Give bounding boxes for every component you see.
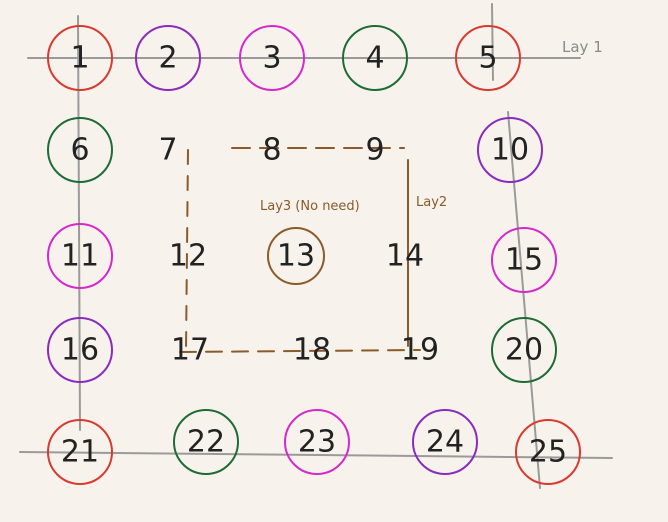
node-6: 6: [47, 117, 113, 183]
node-label-15: 15: [505, 243, 543, 278]
node-label-13: 13: [277, 239, 315, 274]
node-label-17: 17: [171, 333, 209, 368]
node-label-7: 7: [158, 133, 177, 168]
node-13: 13: [267, 227, 325, 285]
node-7: 7: [158, 133, 177, 168]
node-23: 23: [284, 409, 350, 475]
layer2-label: Lay2: [416, 195, 447, 210]
node-label-21: 21: [61, 435, 99, 470]
node-20: 20: [491, 317, 557, 383]
node-12: 12: [169, 239, 207, 274]
layer3-label: Lay3 (No need): [260, 199, 360, 214]
node-label-12: 12: [169, 239, 207, 274]
node-label-23: 23: [298, 425, 336, 460]
node-label-18: 18: [293, 333, 331, 368]
node-label-11: 11: [61, 239, 99, 274]
node-8: 8: [262, 133, 281, 168]
node-label-1: 1: [70, 41, 89, 76]
layer1-label: Lay 1: [562, 38, 603, 56]
node-label-9: 9: [365, 133, 384, 168]
node-label-6: 6: [70, 133, 89, 168]
node-17: 17: [171, 333, 209, 368]
node-label-3: 3: [262, 41, 281, 76]
node-label-20: 20: [505, 333, 543, 368]
node-22: 22: [173, 409, 239, 475]
nodes: 1 2 3 4 56 7 8 9 1011 12 13 14 1516 17 18 19 2021 22 23 24 2…: [47, 25, 581, 485]
layer-diagram: Lay 1 Lay2 Lay3 (No need) 1 2 3 4 56 7 8 9 1011 1…: [19, 3, 613, 489]
node-label-8: 8: [262, 133, 281, 168]
node-9: 9: [365, 133, 384, 168]
node-label-24: 24: [426, 425, 464, 460]
node-15: 15: [491, 227, 557, 293]
node-14: 14: [386, 239, 424, 274]
node-label-16: 16: [61, 333, 99, 368]
node-label-19: 19: [401, 333, 439, 368]
node-18: 18: [293, 333, 331, 368]
node-label-25: 25: [529, 435, 567, 470]
node-label-14: 14: [386, 239, 424, 274]
node-label-4: 4: [365, 41, 384, 76]
node-25: 25: [515, 419, 581, 485]
layer1-left-line: [77, 15, 81, 431]
node-19: 19: [401, 333, 439, 368]
node-24: 24: [412, 409, 478, 475]
node-label-5: 5: [478, 41, 497, 76]
node-label-10: 10: [491, 133, 529, 168]
node-label-22: 22: [187, 425, 225, 460]
node-label-2: 2: [158, 41, 177, 76]
